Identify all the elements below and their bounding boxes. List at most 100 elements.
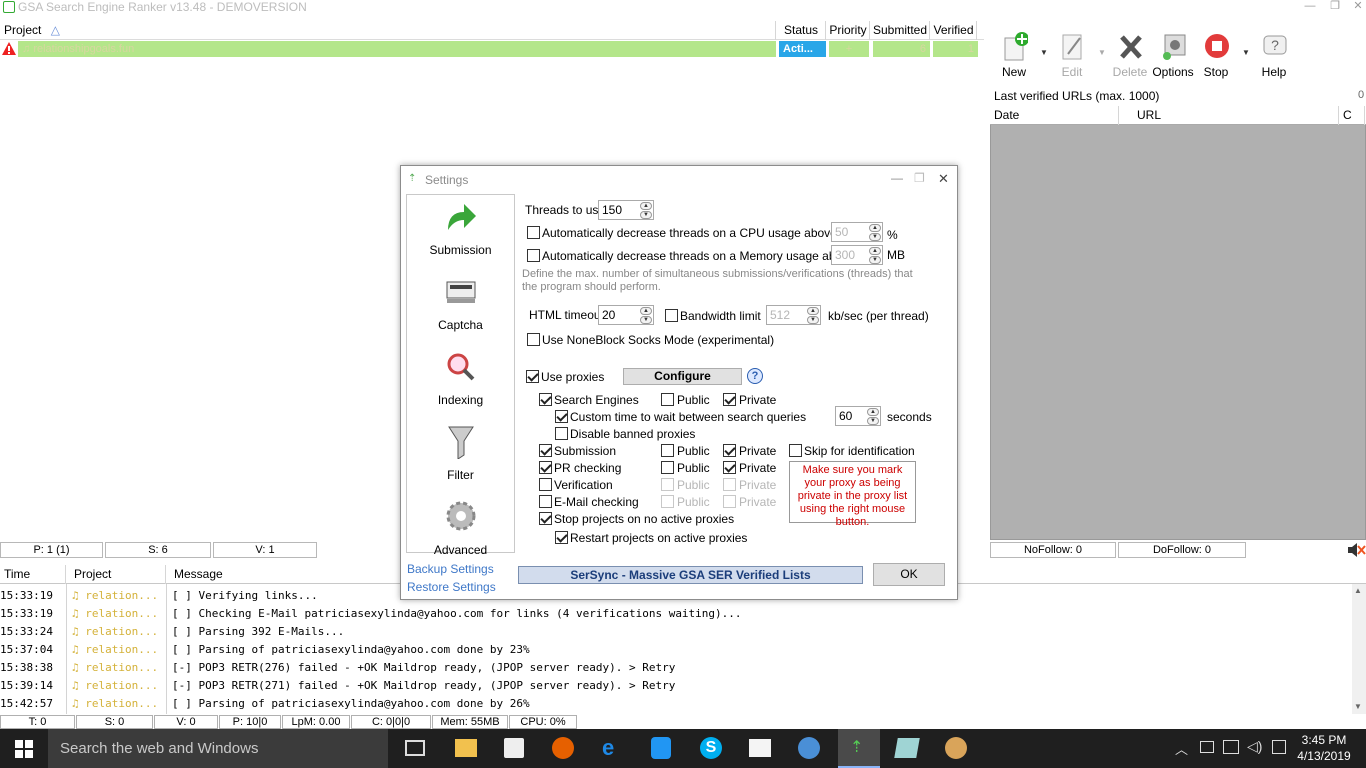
nav-captcha[interactable]: Captcha [407, 275, 514, 345]
log-row[interactable]: 15:33:24 ♫ relation... [ ] Parsing 392 E… [0, 623, 1352, 641]
noneblock-checkbox[interactable] [527, 333, 540, 346]
taskbar-clock[interactable]: 3:45 PM 4/13/2019 [1294, 732, 1354, 764]
spin-down-icon[interactable]: ▼ [807, 316, 819, 324]
date-column-header[interactable]: Date [990, 106, 1119, 125]
log-scrollbar[interactable]: ▲ ▼ [1352, 584, 1366, 714]
spin-down-icon[interactable]: ▼ [640, 316, 652, 324]
log-project-column-header[interactable]: Project [66, 565, 166, 584]
spin-down-icon[interactable]: ▼ [869, 233, 881, 241]
new-button[interactable]: New [990, 32, 1038, 80]
ok-button[interactable]: OK [873, 563, 945, 586]
edit-dropdown-arrow-icon[interactable]: ▼ [1098, 48, 1106, 57]
shield-app-icon[interactable] [651, 737, 671, 759]
priority-column-header[interactable]: Priority [827, 21, 870, 40]
dialog-minimize-button[interactable]: — [891, 171, 903, 185]
search-engines-public-checkbox[interactable] [661, 393, 674, 406]
log-row[interactable]: 15:37:04 ♫ relation... [ ] Parsing of pa… [0, 641, 1352, 659]
skip-identification-checkbox[interactable] [789, 444, 802, 457]
bandwidth-spinner[interactable]: 512 ▲ ▼ [766, 305, 821, 325]
notepad-app-icon[interactable] [894, 738, 920, 758]
use-proxies-checkbox[interactable] [526, 370, 539, 383]
email-checking-checkbox[interactable] [539, 495, 552, 508]
spin-down-icon[interactable]: ▼ [867, 417, 879, 425]
spin-up-icon[interactable]: ▲ [640, 307, 652, 315]
threads-spinner[interactable]: 150 ▲ ▼ [598, 200, 654, 220]
dialog-close-button[interactable]: ✕ [938, 171, 949, 187]
firefox-icon[interactable] [552, 737, 574, 759]
log-row[interactable]: 15:38:38 ♫ relation... [-] POP3 RETR(276… [0, 659, 1352, 677]
verified-urls-grid[interactable] [990, 106, 1366, 540]
task-view-icon[interactable] [405, 740, 425, 756]
custom-wait-checkbox[interactable] [555, 410, 568, 423]
backup-settings-link[interactable]: Backup Settings [407, 562, 494, 576]
email-public-checkbox[interactable] [661, 495, 674, 508]
windows-start-icon[interactable] [15, 740, 33, 758]
stop-projects-checkbox[interactable] [539, 512, 552, 525]
submission-public-checkbox[interactable] [661, 444, 674, 457]
options-button[interactable]: Options [1149, 32, 1197, 80]
status-column-header[interactable]: Status [777, 21, 826, 40]
spin-down-icon[interactable]: ▼ [869, 256, 881, 264]
help-button[interactable]: ? Help [1250, 32, 1298, 80]
project-column-header[interactable]: Project △ [0, 21, 776, 40]
verified-column-header[interactable]: Verified [931, 21, 977, 40]
spin-up-icon[interactable]: ▲ [807, 307, 819, 315]
skype-icon[interactable]: S [700, 737, 722, 759]
cpu-spinner[interactable]: 50 ▲ ▼ [831, 222, 883, 242]
scroll-up-arrow-icon[interactable]: ▲ [1354, 586, 1362, 595]
html-timeout-spinner[interactable]: 20 ▲ ▼ [598, 305, 654, 325]
memory-decrease-checkbox[interactable] [527, 249, 540, 262]
verification-checkbox[interactable] [539, 478, 552, 491]
search-engines-private-checkbox[interactable] [723, 393, 736, 406]
delete-button[interactable]: Delete [1106, 32, 1154, 80]
spin-down-icon[interactable]: ▼ [640, 211, 652, 219]
pr-checking-checkbox[interactable] [539, 461, 552, 474]
verification-private-checkbox[interactable] [723, 478, 736, 491]
spin-up-icon[interactable]: ▲ [867, 408, 879, 416]
memory-spinner[interactable]: 300 ▲ ▼ [831, 245, 883, 265]
globe-icon[interactable] [798, 737, 820, 759]
nav-advanced[interactable]: Advanced [407, 500, 514, 570]
bandwidth-limit-checkbox[interactable] [665, 309, 678, 322]
email-private-checkbox[interactable] [723, 495, 736, 508]
url-column-header[interactable]: URL [1119, 106, 1339, 125]
verification-public-checkbox[interactable] [661, 478, 674, 491]
speaker-muted-icon[interactable] [1346, 542, 1366, 558]
new-dropdown-arrow-icon[interactable]: ▼ [1040, 48, 1048, 57]
search-engines-checkbox[interactable] [539, 393, 552, 406]
pr-private-checkbox[interactable] [723, 461, 736, 474]
wait-spinner[interactable]: 60 ▲ ▼ [835, 406, 881, 426]
store-icon[interactable] [504, 738, 524, 758]
nav-submission[interactable]: Submission [407, 200, 514, 270]
action-center-icon[interactable] [1272, 740, 1286, 754]
stop-button[interactable]: Stop [1192, 32, 1240, 80]
spin-up-icon[interactable]: ▲ [869, 224, 881, 232]
clapper-app-icon[interactable] [749, 739, 771, 757]
time-column-header[interactable]: Time [0, 565, 66, 584]
maximize-button[interactable]: ❐ [1323, 0, 1347, 14]
pr-public-checkbox[interactable] [661, 461, 674, 474]
network-icon[interactable] [1223, 740, 1239, 754]
paint-app-icon[interactable] [945, 737, 967, 759]
disable-banned-checkbox[interactable] [555, 427, 568, 440]
project-row[interactable]: ♫ relationshipgoals.fun Acti... + 6 1 [0, 40, 984, 58]
sersync-banner-button[interactable]: SerSync - Massive GSA SER Verified Lists [518, 566, 863, 584]
show-hidden-icons-chevron-icon[interactable]: ︿ [1175, 739, 1188, 758]
gsa-ser-taskbar-button[interactable]: ⇡ [838, 729, 880, 768]
volume-icon[interactable]: ◁) [1247, 738, 1262, 755]
submission-checkbox[interactable] [539, 444, 552, 457]
taskbar-search-box[interactable]: Search the web and Windows [48, 729, 388, 768]
minimize-button[interactable]: — [1298, 0, 1322, 14]
spin-up-icon[interactable]: ▲ [869, 247, 881, 255]
log-row[interactable]: 15:39:14 ♫ relation... [-] POP3 RETR(271… [0, 677, 1352, 695]
close-button[interactable]: ✕ [1346, 0, 1366, 14]
stop-dropdown-arrow-icon[interactable]: ▼ [1242, 48, 1250, 57]
edge-icon[interactable]: e [602, 737, 624, 759]
edit-button[interactable]: Edit [1048, 32, 1096, 80]
spin-up-icon[interactable]: ▲ [640, 202, 652, 210]
cpu-decrease-checkbox[interactable] [527, 226, 540, 239]
help-question-icon[interactable]: ? [747, 368, 763, 384]
nav-filter[interactable]: Filter [407, 425, 514, 495]
nav-indexing[interactable]: Indexing [407, 350, 514, 420]
battery-icon[interactable] [1200, 741, 1214, 753]
